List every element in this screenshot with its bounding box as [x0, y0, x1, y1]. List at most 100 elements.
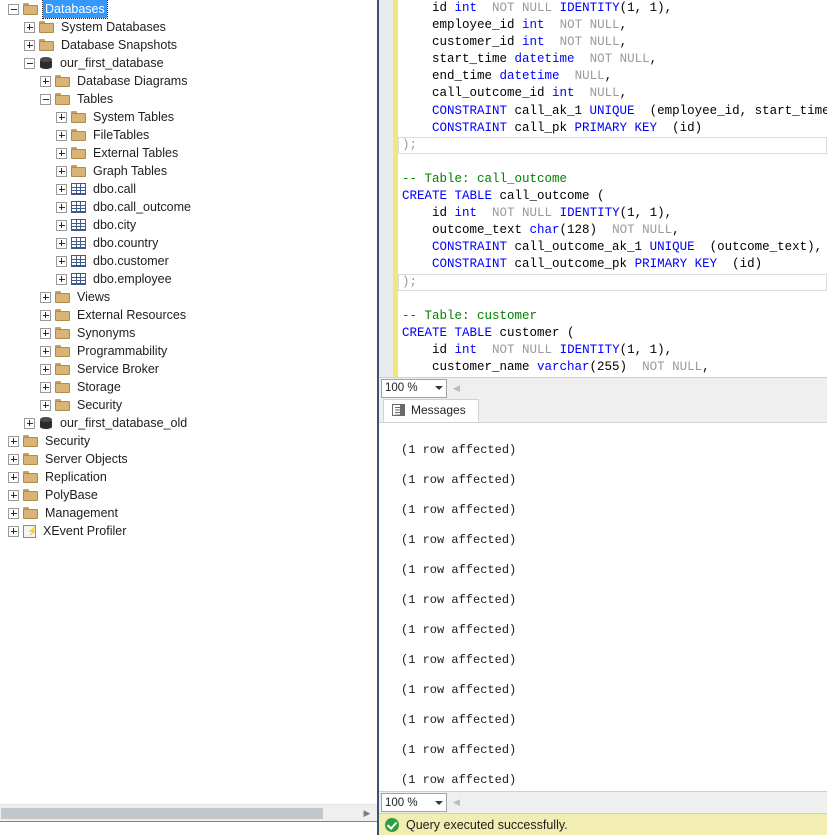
expand-icon[interactable] — [56, 112, 67, 123]
tree-node-system-tables[interactable]: System Tables — [0, 108, 377, 126]
expand-icon[interactable] — [40, 292, 51, 303]
expand-icon[interactable] — [56, 184, 67, 195]
tree-node-our-first-database-old[interactable]: our_first_database_old — [0, 414, 377, 432]
object-explorer-panel: DatabasesSystem DatabasesDatabase Snapsh… — [0, 0, 377, 835]
tree-node-dbo-employee[interactable]: dbo.employee — [0, 270, 377, 288]
tree-node-server-objects[interactable]: Server Objects — [0, 450, 377, 468]
expand-icon[interactable] — [40, 310, 51, 321]
expand-icon[interactable] — [56, 202, 67, 213]
expand-icon[interactable] — [8, 436, 19, 447]
sql-editor[interactable]: id int NOT NULL IDENTITY(1, 1), employee… — [379, 0, 827, 377]
tree-node-external-tables[interactable]: External Tables — [0, 144, 377, 162]
tree-node-views[interactable]: Views — [0, 288, 377, 306]
expand-icon[interactable] — [8, 454, 19, 465]
results-zoom-select[interactable]: 100 % — [381, 793, 447, 812]
editor-gutter — [379, 0, 393, 377]
tree-node-graph-tables[interactable]: Graph Tables — [0, 162, 377, 180]
tree-node-security[interactable]: Security — [0, 396, 377, 414]
expand-icon[interactable] — [56, 220, 67, 231]
tree-node-security[interactable]: Security — [0, 432, 377, 450]
object-explorer-tree[interactable]: DatabasesSystem DatabasesDatabase Snapsh… — [0, 0, 377, 805]
collapse-icon[interactable] — [40, 94, 51, 105]
expand-icon[interactable] — [56, 274, 67, 285]
results-tab-strip[interactable]: Messages — [379, 399, 827, 423]
tree-node-service-broker[interactable]: Service Broker — [0, 360, 377, 378]
tab-messages[interactable]: Messages — [383, 399, 479, 422]
tree-node-our-first-database[interactable]: our_first_database — [0, 54, 377, 72]
scroll-right-arrow-icon[interactable]: ▶ — [357, 808, 377, 819]
tree-node-tables[interactable]: Tables — [0, 90, 377, 108]
chevron-down-icon[interactable] — [435, 801, 443, 805]
tree-node-filetables[interactable]: FileTables — [0, 126, 377, 144]
tree-node-replication[interactable]: Replication — [0, 468, 377, 486]
tree-node-label: Service Broker — [75, 360, 161, 378]
tree-node-external-resources[interactable]: External Resources — [0, 306, 377, 324]
tree-node-management[interactable]: Management — [0, 504, 377, 522]
tree-node-system-databases[interactable]: System Databases — [0, 18, 377, 36]
expand-icon[interactable] — [8, 508, 19, 519]
code-token-gray: NOT NULL — [612, 223, 672, 237]
tree-node-database-diagrams[interactable]: Database Diagrams — [0, 72, 377, 90]
expand-icon[interactable] — [40, 346, 51, 357]
expand-icon[interactable] — [40, 76, 51, 87]
tree-node-dbo-call[interactable]: dbo.call — [0, 180, 377, 198]
message-line: (1 row affected) — [401, 765, 827, 791]
expand-icon[interactable] — [56, 238, 67, 249]
tree-node-synonyms[interactable]: Synonyms — [0, 324, 377, 342]
expand-icon[interactable] — [40, 400, 51, 411]
tree-node-dbo-call-outcome[interactable]: dbo.call_outcome — [0, 198, 377, 216]
object-explorer-horizontal-scrollbar[interactable]: ▶ — [0, 804, 377, 822]
scroll-left-arrow-icon[interactable]: ◀ — [450, 797, 460, 808]
editor-horizontal-scrollbar[interactable]: ◀ — [450, 380, 827, 397]
collapse-icon[interactable] — [24, 58, 35, 69]
tree-node-label: Security — [43, 432, 92, 450]
folder-icon — [55, 309, 70, 321]
expand-icon[interactable] — [24, 40, 35, 51]
expand-icon[interactable] — [8, 526, 19, 537]
scroll-left-arrow-icon[interactable]: ◀ — [450, 383, 460, 394]
tree-node-programmability[interactable]: Programmability — [0, 342, 377, 360]
messages-output-panel[interactable]: (1 row affected)(1 row affected)(1 row a… — [379, 423, 827, 791]
code-line: CREATE TABLE call_outcome ( — [398, 188, 827, 205]
expand-icon[interactable] — [24, 22, 35, 33]
code-line: city_id int NOT NULL, — [398, 376, 827, 377]
expand-icon[interactable] — [56, 256, 67, 267]
tree-node-label: dbo.call_outcome — [91, 198, 193, 216]
tree-node-polybase[interactable]: PolyBase — [0, 486, 377, 504]
tree-node-dbo-country[interactable]: dbo.country — [0, 234, 377, 252]
editor-zoom-bar[interactable]: 100 % ◀ — [379, 377, 827, 399]
expand-icon[interactable] — [8, 490, 19, 501]
expand-icon[interactable] — [56, 166, 67, 177]
tree-node-databases[interactable]: Databases — [0, 0, 377, 18]
expand-icon[interactable] — [40, 364, 51, 375]
collapse-icon[interactable] — [8, 4, 19, 15]
results-zoom-bar[interactable]: 100 % ◀ — [379, 791, 827, 813]
tree-node-xevent-profiler[interactable]: ⚡XEvent Profiler — [0, 522, 377, 540]
expand-icon[interactable] — [24, 418, 35, 429]
expand-icon[interactable] — [40, 382, 51, 393]
table-icon — [71, 237, 86, 249]
code-line: customer_name varchar(255) NOT NULL, — [398, 359, 827, 376]
code-token-kw: varchar — [537, 360, 590, 374]
expand-icon[interactable] — [56, 130, 67, 141]
code-token-kw: datetime — [500, 69, 560, 83]
table-icon — [71, 273, 86, 285]
tree-node-storage[interactable]: Storage — [0, 378, 377, 396]
tree-node-database-snapshots[interactable]: Database Snapshots — [0, 36, 377, 54]
editor-zoom-select[interactable]: 100 % — [381, 379, 447, 398]
scrollbar-thumb[interactable] — [1, 808, 323, 819]
tree-node-label: External Tables — [91, 144, 180, 162]
code-token-kw: IDENTITY — [560, 343, 620, 357]
table-icon — [71, 219, 86, 231]
expand-icon[interactable] — [56, 148, 67, 159]
code-token-pl: call_outcome_pk — [507, 257, 635, 271]
sql-code-text[interactable]: id int NOT NULL IDENTITY(1, 1), employee… — [398, 0, 827, 377]
code-line-collapsible: ); — [398, 274, 827, 291]
code-token-kw: CREATE TABLE — [402, 326, 492, 340]
tree-node-dbo-city[interactable]: dbo.city — [0, 216, 377, 234]
expand-icon[interactable] — [8, 472, 19, 483]
expand-icon[interactable] — [40, 328, 51, 339]
results-horizontal-scrollbar[interactable]: ◀ — [450, 794, 827, 811]
tree-node-dbo-customer[interactable]: dbo.customer — [0, 252, 377, 270]
chevron-down-icon[interactable] — [435, 386, 443, 390]
